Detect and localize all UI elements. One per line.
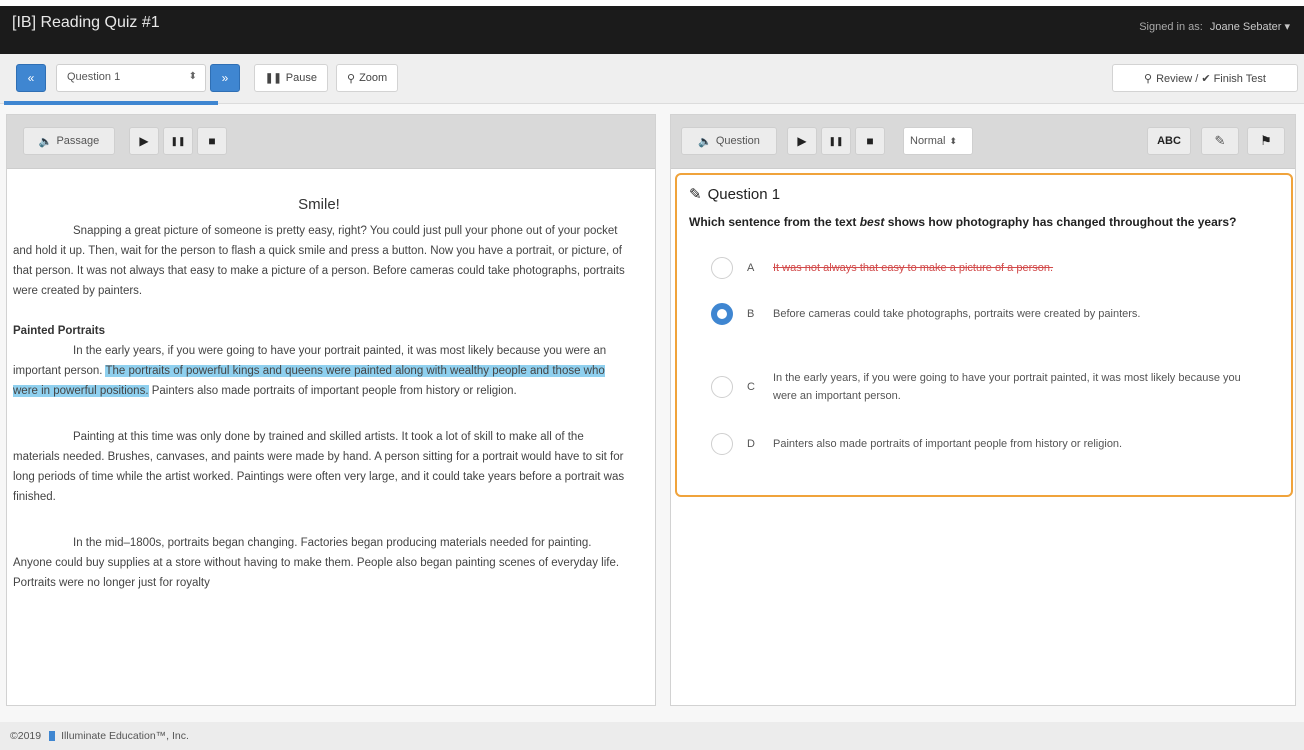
choice-text: Before cameras could take photographs, p… <box>773 308 1141 320</box>
pencil-square-icon: ✎ <box>1214 133 1226 148</box>
question-heading: ✎ Question 1 <box>689 185 1279 204</box>
previous-question-button[interactable]: « <box>16 64 46 92</box>
passage-text-span: Painters also made portraits of importan… <box>148 385 517 397</box>
passage-paragraph: Painting at this time was only done by t… <box>13 431 625 503</box>
footer: ©2019 Illuminate Education™, Inc. <box>0 722 1304 750</box>
passage-toolbar: 🔈 Passage ▶ ❚❚ ■ <box>7 115 655 169</box>
pause-icon: ❚❚ <box>828 135 844 146</box>
question-pause-button[interactable]: ❚❚ <box>821 127 851 155</box>
radio-d[interactable] <box>711 433 733 455</box>
page-title: [IB] Reading Quiz #1 <box>12 14 160 31</box>
question-audio-button[interactable]: 🔈 Question <box>681 127 777 155</box>
toolbar: « Question 1 ⬍ » ❚❚ Pause ⚲ Zoom ⚲ Revie… <box>0 54 1304 104</box>
review-finish-button[interactable]: ⚲ Review / ✔ Finish Test <box>1112 64 1298 92</box>
radio-c[interactable] <box>711 376 733 398</box>
choice-letter: C <box>747 381 755 393</box>
progress-bar <box>4 101 652 105</box>
question-toolbar: 🔈 Question ▶ ❚❚ ■ Normal ⬍ ABC ✎ ⚑ <box>671 115 1295 169</box>
choice-letter: D <box>747 438 755 450</box>
flag-icon: ⚑ <box>1260 133 1272 148</box>
passage-audio-label: Passage <box>56 135 100 147</box>
play-icon: ▶ <box>139 134 149 148</box>
passage-pause-button[interactable]: ❚❚ <box>163 127 193 155</box>
flag-button[interactable]: ⚑ <box>1247 127 1285 155</box>
signed-in-menu[interactable]: Signed in as: Joane Sebater ▾ <box>1139 20 1290 33</box>
search-icon: ⚲ <box>1144 72 1153 85</box>
question-select[interactable]: Question 1 ⬍ <box>56 64 206 92</box>
pause-button[interactable]: ❚❚ Pause <box>254 64 328 92</box>
next-question-button[interactable]: » <box>210 64 240 92</box>
signed-in-label: Signed in as: <box>1139 21 1203 33</box>
choice-letter: B <box>747 308 755 320</box>
pause-label: Pause <box>285 72 317 84</box>
speaker-icon: 🔈 <box>38 135 53 148</box>
passage-title: Smile! <box>298 196 340 213</box>
choice-letter: A <box>747 262 755 274</box>
passage-paragraph: In the early years, if you were going to… <box>13 341 625 401</box>
notes-button[interactable]: ✎ <box>1201 127 1239 155</box>
review-label: Review / ✔ Finish Test <box>1156 72 1266 85</box>
radio-b[interactable] <box>711 303 733 325</box>
speed-select[interactable]: Normal ⬍ <box>903 127 973 155</box>
question-stem: Which sentence from the text best shows … <box>689 215 1237 229</box>
question-stop-button[interactable]: ■ <box>855 127 885 155</box>
top-bar: [IB] Reading Quiz #1 Signed in as: Joane… <box>0 0 1304 54</box>
emphasis-text: best <box>859 215 885 229</box>
copyright: ©2019 <box>10 730 42 742</box>
stop-icon: ■ <box>866 134 874 148</box>
question-select-value: Question 1 <box>67 71 121 83</box>
choice-text: In the early years, if you were going to… <box>773 372 1241 402</box>
fast-forward-icon: » <box>221 71 229 85</box>
answer-choice-b[interactable]: B Before cameras could take photographs,… <box>711 303 1243 325</box>
passage-paragraph: Snapping a great picture of someone is p… <box>13 225 625 297</box>
zoom-label: Zoom <box>359 72 388 84</box>
search-icon: ⚲ <box>347 72 356 85</box>
illuminate-logo-icon <box>49 731 56 741</box>
answer-choice-a[interactable]: A It was not always that easy to make a … <box>711 257 1243 279</box>
choice-text: It was not always that easy to make a pi… <box>773 262 1054 274</box>
stop-icon: ■ <box>208 134 216 148</box>
answer-choice-d[interactable]: D Painters also made portraits of import… <box>711 433 1243 455</box>
pencil-icon: ✎ <box>689 186 702 203</box>
passage-stop-button[interactable]: ■ <box>197 127 227 155</box>
company-name: Illuminate Education™, Inc. <box>61 730 189 742</box>
passage-panel: 🔈 Passage ▶ ❚❚ ■ Smile! Snapping a great… <box>6 114 656 706</box>
question-panel: 🔈 Question ▶ ❚❚ ■ Normal ⬍ ABC ✎ ⚑ ✎ Que… <box>670 114 1296 706</box>
speed-value: Normal <box>910 135 946 147</box>
answer-choice-c[interactable]: C In the early years, if you were going … <box>711 369 1243 405</box>
abc-label: ABC <box>1157 135 1181 147</box>
select-caret-icon: ⬍ <box>188 71 197 82</box>
choice-text: Painters also made portraits of importan… <box>773 438 1123 450</box>
pause-icon: ❚❚ <box>265 72 282 84</box>
play-icon: ▶ <box>797 134 807 148</box>
passage-text[interactable]: Smile! Snapping a great picture of someo… <box>7 169 655 593</box>
question-audio-label: Question <box>715 135 760 147</box>
radio-a[interactable] <box>711 257 733 279</box>
pause-icon: ❚❚ <box>170 135 186 146</box>
passage-play-button[interactable]: ▶ <box>129 127 159 155</box>
progress-fill <box>4 101 218 105</box>
zoom-button[interactable]: ⚲ Zoom <box>336 64 399 92</box>
question-card: ✎ Question 1 Which sentence from the tex… <box>675 173 1293 497</box>
question-play-button[interactable]: ▶ <box>787 127 817 155</box>
strikethrough-tool-button[interactable]: ABC <box>1147 127 1191 155</box>
select-caret-icon: ⬍ <box>949 135 957 146</box>
user-name: Joane Sebater ▾ <box>1209 21 1290 33</box>
question-title: Question 1 <box>707 185 781 203</box>
passage-paragraph: In the mid–1800s, portraits began changi… <box>13 537 620 589</box>
passage-subheading: Painted Portraits <box>13 325 106 337</box>
top-edge <box>0 0 1304 6</box>
speaker-icon: 🔈 <box>698 135 712 148</box>
rewind-icon: « <box>27 71 35 85</box>
passage-audio-button[interactable]: 🔈 Passage <box>23 127 115 155</box>
